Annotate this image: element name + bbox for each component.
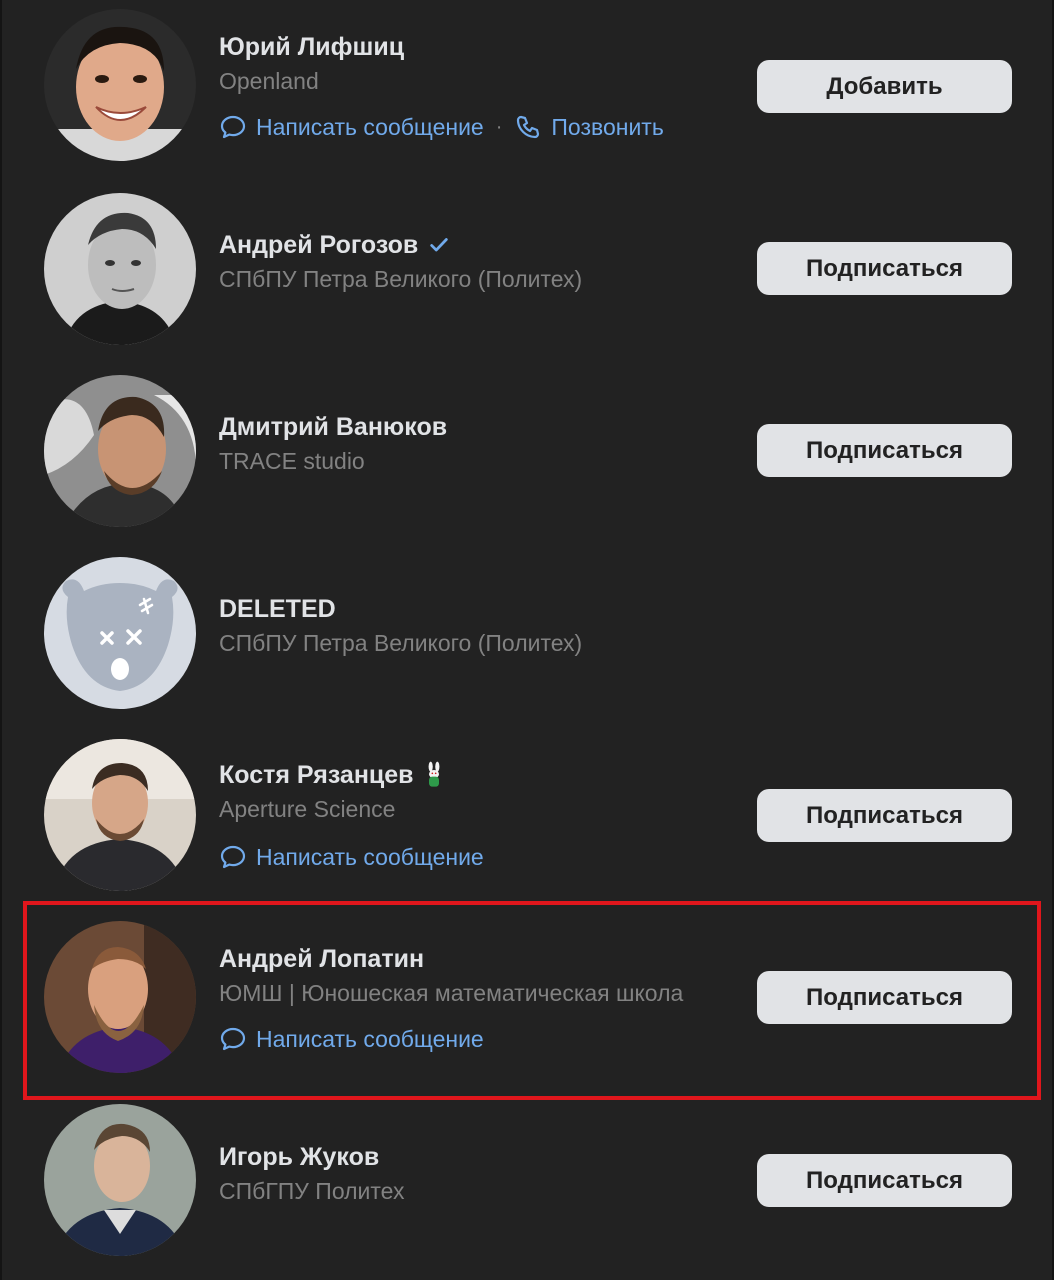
write-message-label: Написать сообщение xyxy=(256,113,484,140)
subscribe-button[interactable]: Подписаться xyxy=(757,789,1012,842)
add-friend-button[interactable]: Добавить xyxy=(757,60,1012,113)
deleted-dog-icon xyxy=(44,557,196,709)
write-message-label: Написать сообщение xyxy=(256,843,484,870)
subscribe-button[interactable]: Подписаться xyxy=(757,242,1012,295)
list-item-highlighted: Андрей Лопатин ЮМШ | Юношеская математич… xyxy=(2,910,1054,1092)
person-name[interactable]: Костя Рязанцев xyxy=(219,761,414,790)
list-item: Андрей Рогозов СПбПУ Петра Великого (Пол… xyxy=(2,182,1054,364)
person-name[interactable]: Дмитрий Ванюков xyxy=(219,413,447,442)
person-subtitle: Openland xyxy=(219,68,319,94)
list-item: Игорь Жуков СПбГПУ Политех Подписаться xyxy=(2,1092,1054,1274)
person-name: DELETED xyxy=(219,594,336,623)
avatar[interactable] xyxy=(44,375,196,527)
write-message-link[interactable]: Написать сообщение xyxy=(219,113,484,141)
people-list: Юрий Лифшиц Openland Написать сообщение … xyxy=(0,0,1054,1280)
person-subtitle: СПбПУ Петра Великого (Политех) xyxy=(219,266,583,292)
avatar[interactable] xyxy=(44,193,196,345)
call-link[interactable]: Позвонить xyxy=(514,113,664,141)
list-item: Костя Рязанцев Aperture Science Написать… xyxy=(2,728,1054,910)
call-label: Позвонить xyxy=(551,113,664,140)
deleted-avatar[interactable] xyxy=(44,557,196,709)
bunny-emoji-icon xyxy=(428,761,439,787)
avatar[interactable] xyxy=(44,739,196,891)
speech-bubble-icon xyxy=(220,845,246,869)
person-name[interactable]: Игорь Жуков xyxy=(219,1143,379,1172)
list-item: DELETED СПбПУ Петра Великого (Политех) xyxy=(2,546,1054,728)
person-subtitle: TRACE studio xyxy=(219,448,365,474)
person-subtitle: Aperture Science xyxy=(219,796,396,822)
list-item: Юрий Лифшиц Openland Написать сообщение … xyxy=(2,0,1054,182)
subscribe-button[interactable]: Подписаться xyxy=(757,971,1012,1024)
person-subtitle: СПбПУ Петра Великого (Политех) xyxy=(219,630,583,656)
separator-dot: · xyxy=(495,115,503,138)
subscribe-button[interactable]: Подписаться xyxy=(757,424,1012,477)
write-message-link[interactable]: Написать сообщение xyxy=(219,1025,484,1053)
person-subtitle: СПбГПУ Политех xyxy=(219,1178,405,1204)
verified-checkmark-icon xyxy=(430,238,449,252)
person-name[interactable]: Андрей Рогозов xyxy=(219,231,418,260)
phone-icon xyxy=(517,115,540,139)
speech-bubble-icon xyxy=(220,115,246,139)
subscribe-button[interactable]: Подписаться xyxy=(757,1154,1012,1207)
avatar[interactable] xyxy=(44,9,196,161)
speech-bubble-icon xyxy=(220,1027,246,1051)
avatar[interactable] xyxy=(44,921,196,1073)
person-subtitle: ЮМШ | Юношеская математическая школа xyxy=(219,980,684,1006)
write-message-link[interactable]: Написать сообщение xyxy=(219,843,484,871)
avatar[interactable] xyxy=(44,1104,196,1256)
person-name[interactable]: Андрей Лопатин xyxy=(219,945,424,974)
write-message-label: Написать сообщение xyxy=(256,1025,484,1052)
list-item: Дмитрий Ванюков TRACE studio Подписаться xyxy=(2,364,1054,546)
person-name[interactable]: Юрий Лифшиц xyxy=(219,33,404,62)
